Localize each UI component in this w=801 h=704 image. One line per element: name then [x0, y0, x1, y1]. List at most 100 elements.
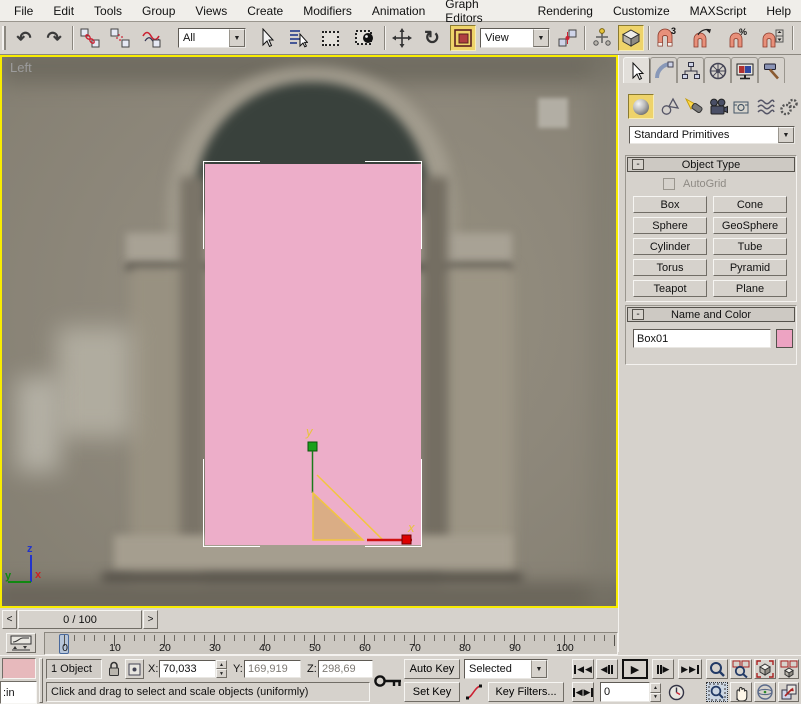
dropdown-arrow-icon[interactable]: ▼	[533, 29, 549, 47]
go-to-start-button[interactable]: ◀◀	[572, 659, 594, 679]
tab-display[interactable]	[731, 57, 758, 83]
dropdown-arrow-icon[interactable]: ▼	[531, 660, 547, 678]
object-type-pyramid-button[interactable]: Pyramid	[713, 259, 787, 276]
category-geometry-icon[interactable]	[628, 94, 654, 119]
menu-item-edit[interactable]: Edit	[43, 4, 84, 18]
collapse-icon[interactable]: -	[632, 159, 644, 170]
menu-item-create[interactable]: Create	[237, 4, 293, 18]
select-and-scale-icon[interactable]	[450, 25, 476, 51]
zoom-extents-icon[interactable]	[754, 659, 776, 679]
gizmo-uniform-plane[interactable]	[313, 493, 363, 540]
time-slider-handle[interactable]: 0 / 100	[18, 610, 142, 629]
snaps-toggle-icon[interactable]	[618, 25, 644, 51]
menu-item-modifiers[interactable]: Modifiers	[293, 4, 362, 18]
gizmo-x-handle[interactable]	[402, 535, 411, 544]
object-type-geosphere-button[interactable]: GeoSphere	[713, 217, 787, 234]
angle-snap-toggle-icon[interactable]	[690, 26, 714, 50]
spinner-up-icon[interactable]: ▲	[650, 683, 661, 693]
undo-icon[interactable]: ↶	[12, 26, 36, 50]
menu-item-help[interactable]: Help	[756, 4, 801, 18]
window-crossing-toggle-icon[interactable]	[352, 26, 376, 50]
percent-snap-toggle-icon[interactable]: %	[726, 26, 750, 50]
open-mini-curve-editor-button[interactable]	[6, 633, 36, 653]
selection-filter-dropdown[interactable]: All ▼	[178, 28, 246, 48]
name-color-rollout-header[interactable]: - Name and Color	[627, 307, 795, 322]
menu-item-rendering[interactable]: Rendering	[528, 4, 603, 18]
menu-item-views[interactable]: Views	[185, 4, 237, 18]
time-slider-next-button[interactable]: >	[143, 610, 158, 629]
tab-create[interactable]	[623, 57, 650, 83]
snap-toggle-3d-icon[interactable]: 3	[654, 26, 678, 50]
select-and-move-icon[interactable]	[390, 26, 414, 50]
object-type-box-button[interactable]: Box	[633, 196, 707, 213]
viewport-name-label[interactable]: Left	[10, 60, 32, 75]
previous-frame-button[interactable]: ◀	[596, 659, 618, 679]
viewport-left[interactable]: Left y x z y x	[0, 55, 618, 608]
reference-coordinate-system-dropdown[interactable]: View ▼	[480, 28, 550, 48]
track-bar-ruler[interactable]: 0 10 20 30 40 50 60 70 80 90 100	[44, 632, 618, 655]
play-animation-button[interactable]: ▶	[622, 659, 648, 679]
current-frame-input[interactable]	[604, 686, 646, 698]
object-type-plane-button[interactable]: Plane	[713, 280, 787, 297]
arc-rotate-icon[interactable]	[754, 682, 776, 702]
tab-hierarchy[interactable]	[677, 57, 704, 83]
maxscript-macro-recorder-pane[interactable]	[2, 658, 36, 679]
scale-gizmo[interactable]: y x	[252, 422, 422, 547]
primitives-category-dropdown[interactable]: Standard Primitives ▼	[629, 126, 795, 144]
key-mode-toggle-button[interactable]: ◀▶	[572, 682, 594, 702]
zoom-extents-all-icon[interactable]	[778, 659, 799, 679]
redo-icon[interactable]: ↷	[42, 26, 66, 50]
next-frame-button[interactable]: ▶	[652, 659, 674, 679]
select-and-manipulate-icon[interactable]	[590, 26, 614, 50]
go-to-end-button[interactable]: ▶▶	[678, 659, 702, 679]
object-type-teapot-button[interactable]: Teapot	[633, 280, 707, 297]
category-cameras-icon[interactable]	[705, 95, 730, 119]
select-by-name-icon[interactable]	[286, 26, 310, 50]
time-slider-prev-button[interactable]: <	[2, 610, 17, 629]
zoom-icon[interactable]	[706, 659, 728, 679]
zoom-all-icon[interactable]	[730, 659, 752, 679]
object-type-cylinder-button[interactable]: Cylinder	[633, 238, 707, 255]
tab-utilities[interactable]	[758, 57, 785, 83]
dropdown-arrow-icon[interactable]: ▼	[229, 29, 245, 47]
menu-item-file[interactable]: File	[4, 4, 43, 18]
object-color-swatch[interactable]	[776, 329, 793, 348]
select-object-icon[interactable]	[254, 26, 278, 50]
object-type-sphere-button[interactable]: Sphere	[633, 217, 707, 234]
selection-set-dropdown[interactable]: Selected ▼	[464, 659, 548, 679]
dropdown-arrow-icon[interactable]: ▼	[778, 127, 794, 143]
category-lights-icon[interactable]	[681, 95, 706, 119]
x-coordinate-spinner[interactable]: ▲ ▼	[216, 660, 227, 678]
unlink-selection-icon[interactable]	[108, 26, 132, 50]
category-helpers-icon[interactable]	[729, 95, 754, 119]
menu-item-animation[interactable]: Animation	[362, 4, 435, 18]
category-shapes-icon[interactable]	[657, 95, 682, 119]
menu-item-maxscript[interactable]: MAXScript	[680, 4, 757, 18]
category-systems-icon[interactable]	[776, 95, 801, 119]
category-space-warps-icon[interactable]	[753, 95, 778, 119]
spinner-snap-toggle-icon[interactable]	[760, 26, 784, 50]
menu-item-customize[interactable]: Customize	[603, 4, 680, 18]
z-coordinate-input[interactable]	[322, 663, 369, 675]
toolbar-drag-handle[interactable]	[2, 26, 6, 50]
tab-motion[interactable]	[704, 57, 731, 83]
tab-modify[interactable]	[650, 57, 677, 83]
use-pivot-point-center-icon[interactable]	[556, 26, 580, 50]
menu-item-graph-editors[interactable]: Graph Editors	[435, 0, 527, 25]
bind-to-space-warp-icon[interactable]	[140, 26, 164, 50]
auto-key-button[interactable]: Auto Key	[404, 659, 460, 679]
frame-spinner[interactable]: ▲ ▼	[650, 683, 661, 702]
rectangular-selection-region-icon[interactable]	[318, 26, 342, 50]
select-and-link-icon[interactable]	[78, 26, 102, 50]
region-zoom-icon[interactable]	[706, 682, 728, 702]
min-max-toggle-icon[interactable]	[778, 682, 799, 702]
autogrid-checkbox[interactable]	[663, 178, 675, 190]
absolute-offset-toggle-button[interactable]	[125, 659, 144, 679]
pan-hand-icon[interactable]	[730, 682, 752, 702]
gizmo-y-handle[interactable]	[308, 442, 317, 451]
maxscript-mini-listener[interactable]: :in	[0, 681, 37, 704]
set-key-button[interactable]: Set Key	[404, 682, 460, 702]
default-in-out-tangents-icon[interactable]	[464, 682, 484, 702]
object-type-rollout-header[interactable]: - Object Type	[627, 157, 795, 172]
select-and-rotate-icon[interactable]: ↻	[420, 26, 444, 50]
